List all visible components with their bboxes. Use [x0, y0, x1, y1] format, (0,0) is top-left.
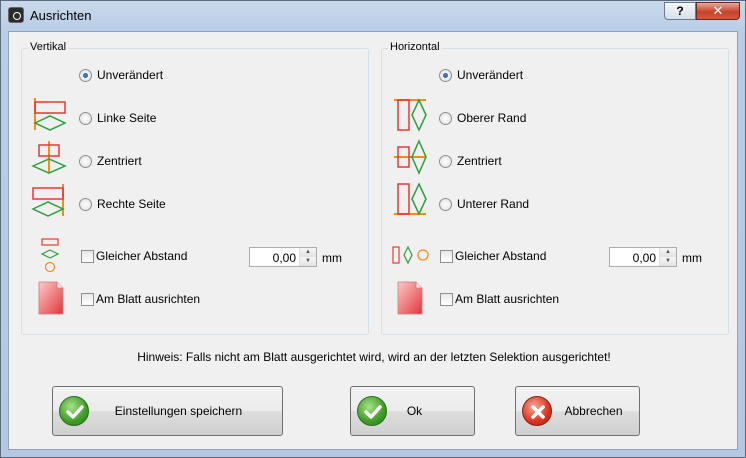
radio-button[interactable] [439, 197, 452, 211]
stepper-arrows[interactable]: ▲ ▼ [659, 248, 676, 266]
checkbox[interactable] [440, 292, 453, 306]
unit-label: mm [322, 251, 342, 265]
radio-button[interactable] [439, 111, 452, 125]
checkbox[interactable] [440, 249, 453, 263]
app-icon [8, 7, 24, 23]
option-label: Zentriert [97, 154, 142, 168]
radio-button[interactable] [79, 111, 92, 125]
radio-button[interactable] [79, 68, 92, 82]
horizontal-spacing-stepper[interactable]: 0,00 ▲ ▼ [609, 247, 677, 267]
help-button[interactable]: ? [664, 2, 696, 20]
option-label: Rechte Seite [97, 197, 166, 211]
vertical-align-sheet[interactable]: Am Blatt ausrichten [81, 292, 200, 306]
button-label: Ok [406, 404, 423, 418]
equal-spacing-vertical-icon [40, 238, 60, 273]
radio-button[interactable] [79, 154, 92, 168]
spacing-value: 0,00 [272, 251, 296, 265]
align-bottom-icon [394, 182, 427, 216]
horizontal-equal-spacing[interactable]: Gleicher Abstand [440, 249, 546, 263]
align-top-icon [394, 98, 427, 132]
horizontal-option-top[interactable]: Oberer Rand [439, 111, 526, 125]
title-bar[interactable]: Ausrichten ? ✕ [1, 1, 745, 31]
vertical-option-left[interactable]: Linke Seite [79, 111, 156, 125]
cancel-button[interactable]: Abbrechen [515, 386, 640, 436]
option-label: Linke Seite [97, 111, 157, 125]
vertical-equal-spacing[interactable]: Gleicher Abstand [81, 249, 187, 263]
vertical-option-right[interactable]: Rechte Seite [79, 197, 166, 211]
dialog-client: Vertikal Unverändert Linke Seite Zentrie… [8, 31, 738, 450]
option-label: Zentriert [457, 154, 502, 168]
radio-button[interactable] [439, 154, 452, 168]
unit-label: mm [682, 251, 702, 265]
spacing-value: 0,00 [632, 251, 656, 265]
horizontal-group-label: Horizontal [388, 41, 442, 53]
dialog-window: Ausrichten ? ✕ Vertikal Unverändert Link… [0, 0, 746, 458]
save-settings-button[interactable]: Einstellungen speichern [52, 386, 283, 436]
hint-text: Hinweis: Falls nicht am Blatt ausgericht… [137, 350, 611, 364]
horizontal-option-center[interactable]: Zentriert [439, 154, 502, 168]
align-center-vertical-icon [31, 141, 67, 174]
horizontal-align-sheet[interactable]: Am Blatt ausrichten [440, 292, 559, 306]
checkbox[interactable] [81, 249, 94, 263]
sheet-icon [38, 281, 64, 315]
button-label: Einstellungen speichern [114, 404, 243, 418]
checkbox-label: Am Blatt ausrichten [455, 292, 560, 306]
sheet-icon [397, 281, 423, 315]
stepper-down-icon[interactable]: ▼ [660, 257, 676, 266]
close-button[interactable]: ✕ [696, 2, 740, 20]
stepper-up-icon[interactable]: ▲ [300, 248, 316, 257]
radio-button[interactable] [79, 197, 92, 211]
vertical-option-center[interactable]: Zentriert [79, 154, 142, 168]
checkbox-label: Gleicher Abstand [96, 249, 188, 263]
ok-button[interactable]: Ok [350, 386, 475, 436]
horizontal-option-unchanged[interactable]: Unverändert [439, 68, 523, 82]
option-label: Oberer Rand [457, 111, 527, 125]
stepper-arrows[interactable]: ▲ ▼ [299, 248, 316, 266]
option-label: Unterer Rand [457, 197, 530, 211]
checkbox-label: Am Blatt ausrichten [96, 292, 201, 306]
button-label: Abbrechen [564, 404, 623, 418]
stepper-up-icon[interactable]: ▲ [660, 248, 676, 257]
align-center-horizontal-icon [394, 139, 427, 175]
vertical-option-unchanged[interactable]: Unverändert [79, 68, 163, 82]
option-label: Unverändert [457, 68, 524, 82]
align-left-icon [33, 98, 67, 131]
radio-button[interactable] [439, 68, 452, 82]
horizontal-option-bottom[interactable]: Unterer Rand [439, 197, 529, 211]
checkbox-label: Gleicher Abstand [455, 249, 547, 263]
stepper-down-icon[interactable]: ▼ [300, 257, 316, 266]
window-title: Ausrichten [30, 8, 92, 23]
checkbox[interactable] [81, 292, 94, 306]
vertical-group-label: Vertikal [28, 41, 69, 53]
equal-spacing-horizontal-icon [392, 245, 429, 265]
vertical-spacing-stepper[interactable]: 0,00 ▲ ▼ [249, 247, 317, 267]
align-right-icon [31, 184, 65, 217]
option-label: Unverändert [97, 68, 164, 82]
